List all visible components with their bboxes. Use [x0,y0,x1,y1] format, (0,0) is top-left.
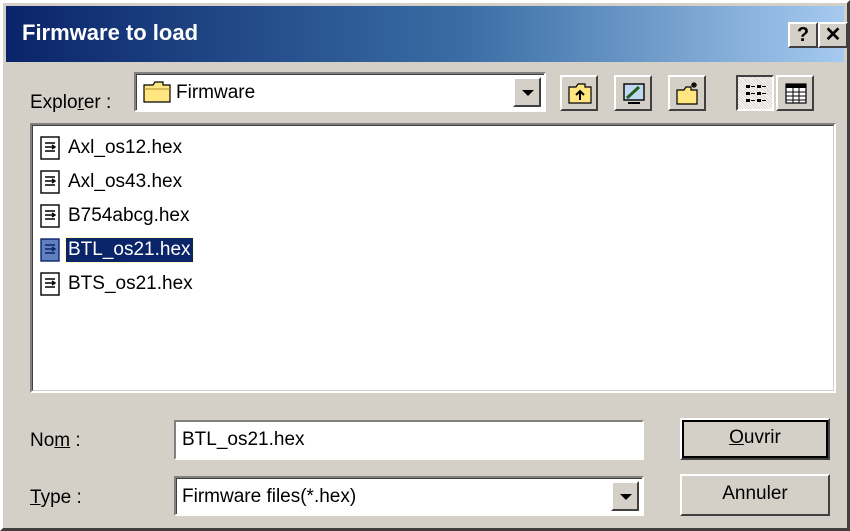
file-name: Axl_os43.hex [68,171,183,192]
file-item[interactable]: B754abcg.hex [38,201,192,231]
list-view-icon [746,85,766,102]
file-list[interactable]: Axl_os12.hex Axl_os43.hex B754abcg.hex B… [30,123,836,393]
file-item[interactable]: Axl_os12.hex [38,133,184,163]
lookin-value: Firmware [176,82,256,103]
lookin-label: Explorer : [30,92,112,113]
new-folder-button[interactable] [668,75,706,111]
file-name: BTS_os21.hex [68,273,193,294]
help-button[interactable]: ? [788,22,818,48]
file-icon [40,272,60,296]
close-button[interactable]: ✕ [818,22,848,48]
new-folder-icon [676,82,698,105]
up-folder-icon [568,83,592,104]
file-item-selected[interactable]: BTL_os21.hex [38,235,194,265]
details-view-icon [785,83,807,104]
details-view-button[interactable] [776,75,814,111]
filetype-value: Firmware files(*.hex) [182,486,357,507]
filetype-dropdown[interactable]: Firmware files(*.hex) [174,476,644,516]
filename-input[interactable] [174,420,644,460]
desktop-button[interactable] [614,75,652,111]
open-button[interactable]: Ouvrir [680,418,830,460]
filetype-label: Type : [30,487,82,508]
title-bar[interactable]: Firmware to load ? ✕ [6,6,848,62]
desktop-icon [623,83,645,104]
lookin-dropdown-arrow[interactable] [513,77,541,107]
file-name: Axl_os12.hex [68,137,183,158]
file-name: BTL_os21.hex [65,237,194,263]
list-view-button[interactable] [736,75,774,111]
file-icon [40,170,60,194]
file-icon [40,204,60,228]
file-item[interactable]: Axl_os43.hex [38,167,184,197]
up-folder-button[interactable] [560,75,598,111]
file-icon [40,136,60,160]
file-item[interactable]: BTS_os21.hex [38,269,195,299]
dialog-title: Firmware to load [22,20,199,45]
file-icon [40,238,60,262]
lookin-dropdown[interactable]: Firmware [134,72,546,112]
file-name: B754abcg.hex [68,205,190,226]
filename-label: Nom : [30,430,81,451]
cancel-button[interactable]: Annuler [680,474,830,516]
filetype-dropdown-arrow[interactable] [611,481,639,511]
folder-icon [143,81,171,103]
